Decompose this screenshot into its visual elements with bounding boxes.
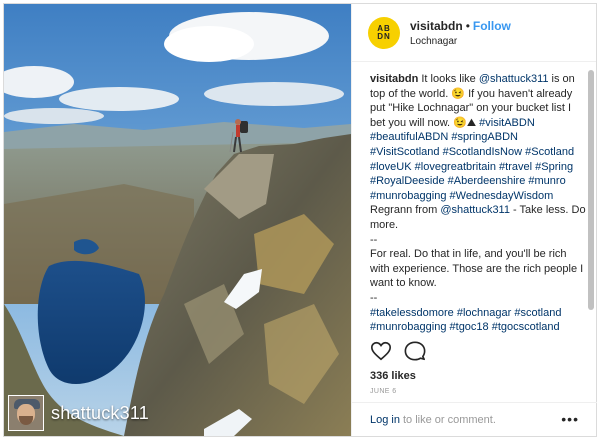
caption-segment: --: [370, 233, 378, 246]
separator-dot: •: [465, 18, 470, 33]
hashtag-link[interactable]: #lovegreatbritain: [415, 161, 496, 173]
hashtag-link[interactable]: #scotland: [514, 307, 561, 319]
post-footer: Log in to like or comment. •••: [352, 402, 597, 436]
credit-username: shattuck311: [51, 402, 149, 423]
hashtag-link[interactable]: #travel: [499, 161, 532, 173]
hashtag-link[interactable]: #VisitScotland: [370, 146, 440, 158]
caption-segment: Regrann from: [370, 204, 441, 217]
post-header: AB DN visitabdn • Follow Lochnagar: [352, 4, 596, 62]
account-logo-text: AB DN: [377, 23, 391, 41]
login-link[interactable]: Log in: [370, 414, 400, 426]
landscape-image: [4, 4, 351, 436]
hashtag-link[interactable]: #munro: [528, 175, 565, 187]
caption-username[interactable]: visitabdn: [370, 73, 418, 85]
caption-scrollbar[interactable]: [588, 70, 594, 310]
caption-segment: For real. Do that in life, and you'll be…: [370, 248, 584, 290]
action-bar: [370, 340, 426, 362]
post-sidebar: AB DN visitabdn • Follow Lochnagar visitab…: [351, 4, 597, 436]
likes-count[interactable]: 336 likes: [370, 370, 416, 382]
caption-text: It looks like @shattuck311 is on top of …: [370, 73, 588, 334]
hashtag-link[interactable]: #RoyalDeeside: [370, 175, 445, 187]
hashtag-link[interactable]: #ScotlandIsNow: [443, 146, 523, 158]
caption-segment: It looks like: [418, 73, 479, 85]
hashtag-link[interactable]: #takelessdomore: [370, 307, 454, 319]
hashtag-link[interactable]: #springABDN: [451, 131, 518, 143]
more-options-icon[interactable]: •••: [561, 411, 579, 427]
hashtag-link[interactable]: #Aberdeenshire: [448, 175, 526, 187]
heart-icon[interactable]: [370, 340, 392, 362]
account-avatar[interactable]: AB DN: [368, 16, 400, 49]
follow-button[interactable]: Follow: [473, 19, 511, 33]
login-suffix: to like or comment.: [402, 413, 496, 426]
mention-link[interactable]: @shattuck311: [479, 73, 549, 85]
hashtag-link[interactable]: #beautifulABDN: [370, 131, 448, 143]
hashtag-link[interactable]: #loveUK: [370, 161, 412, 173]
account-username[interactable]: visitabdn: [410, 19, 463, 33]
hashtag-link[interactable]: #visitABDN: [479, 117, 535, 129]
hashtag-link[interactable]: #tgoc18: [450, 321, 489, 333]
mention-link[interactable]: @shattuck311: [440, 204, 510, 216]
photo-credit: shattuck311: [8, 395, 149, 431]
hashtag-link[interactable]: #Spring: [535, 161, 573, 173]
post-date: JUNE 6: [370, 388, 397, 395]
hashtag-link[interactable]: #munrobagging: [370, 321, 446, 333]
hashtag-link[interactable]: #WednesdayWisdom: [450, 190, 554, 202]
caption-segment: --: [370, 291, 378, 304]
comment-icon[interactable]: [404, 340, 426, 362]
hashtag-link[interactable]: #tgocscotland: [492, 321, 560, 333]
hashtag-link[interactable]: #munrobagging: [370, 190, 446, 202]
hashtag-link[interactable]: #lochnagar: [457, 307, 511, 319]
post-frame: shattuck311 AB DN visitabdn • Follow Lochn…: [3, 3, 597, 437]
post-photo[interactable]: shattuck311: [4, 4, 351, 436]
credit-avatar: [8, 395, 44, 431]
post-caption: visitabdn It looks like @shattuck311 is …: [370, 72, 588, 334]
hashtag-link[interactable]: #Scotland: [525, 146, 574, 158]
post-location[interactable]: Lochnagar: [410, 36, 511, 47]
